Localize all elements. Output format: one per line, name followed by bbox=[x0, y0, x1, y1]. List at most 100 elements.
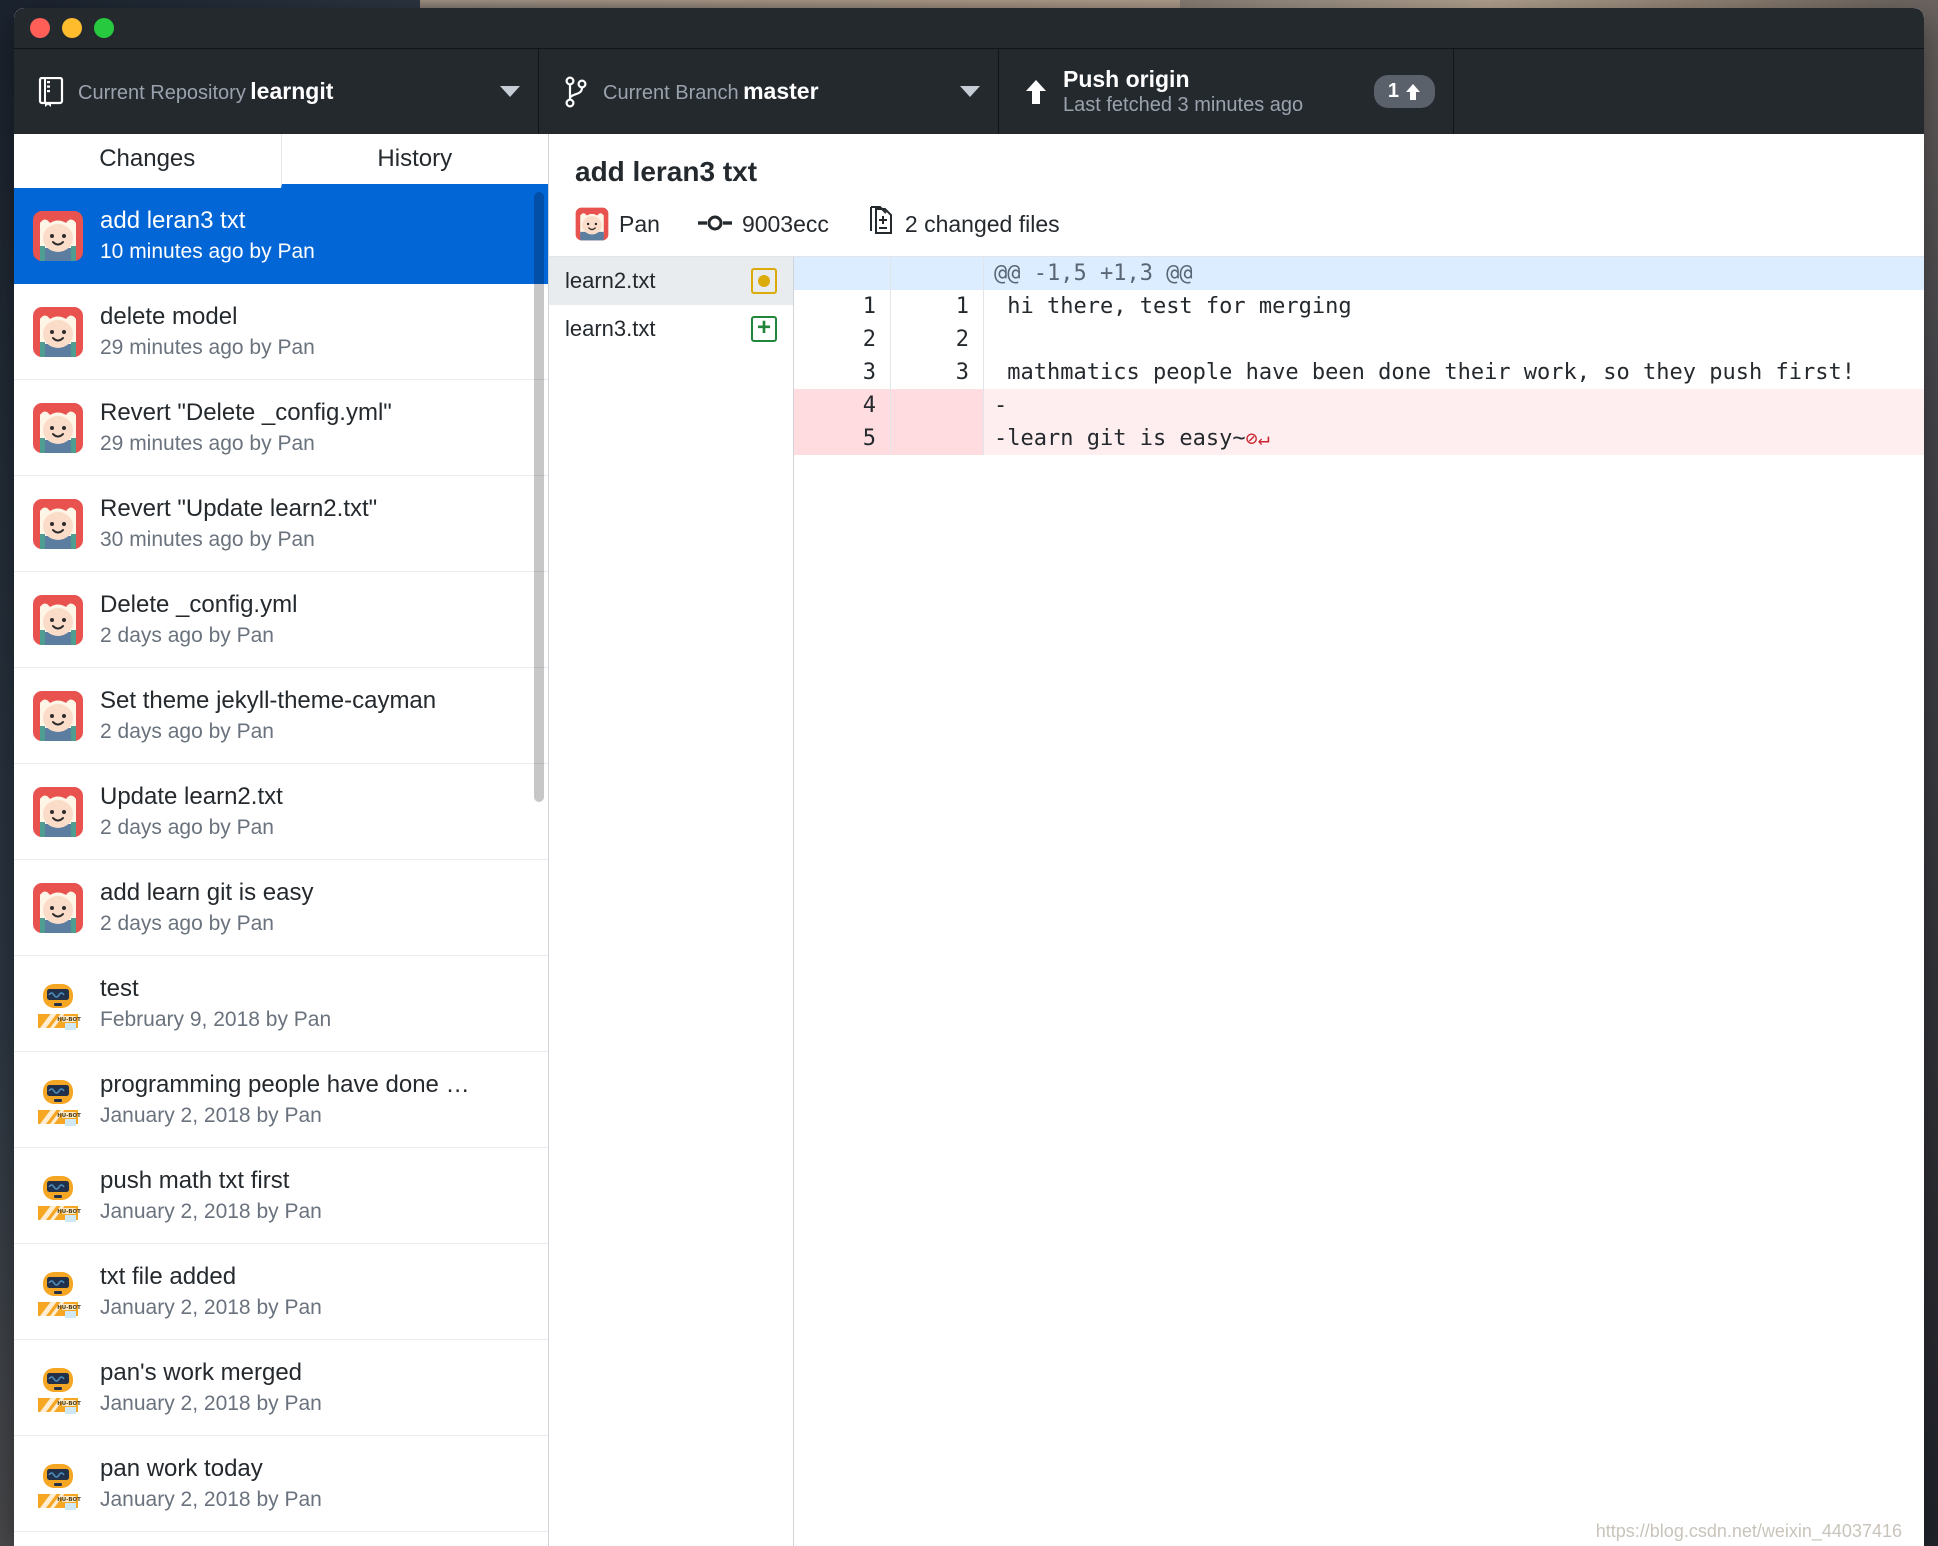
commit-title: Set theme jekyll-theme-cayman bbox=[100, 685, 530, 717]
avatar: HU-BOT bbox=[32, 1074, 84, 1126]
commit-meta: 2 days ago by Pan bbox=[100, 910, 530, 938]
diff-split: learn2.txtlearn3.txt+ @@ -1,5 +1,3 @@11 … bbox=[549, 256, 1924, 1546]
avatar bbox=[32, 786, 84, 838]
commit-title: Revert "Delete _config.yml" bbox=[100, 397, 530, 429]
diff-new-line-number bbox=[891, 422, 984, 455]
repo-icon bbox=[32, 77, 70, 107]
commit-list-item[interactable]: Revert "Update learn2.txt"30 minutes ago… bbox=[14, 476, 548, 572]
commit-sha[interactable]: 9003ecc bbox=[742, 211, 829, 238]
diff-old-line-number: 1 bbox=[794, 290, 891, 323]
commit-list-item[interactable]: add learn git is easy2 days ago by Pan bbox=[14, 860, 548, 956]
commit-meta: January 2, 2018 by Pan bbox=[100, 1198, 530, 1226]
diff-viewer[interactable]: @@ -1,5 +1,3 @@11 hi there, test for mer… bbox=[794, 257, 1924, 1546]
diff-old-line-number bbox=[794, 257, 891, 290]
no-newline-marker: ⊘↵ bbox=[1246, 426, 1270, 450]
diff-line-context: 11 hi there, test for merging bbox=[794, 290, 1924, 323]
avatar bbox=[32, 210, 84, 262]
watermark: https://blog.csdn.net/weixin_44037416 bbox=[1596, 1521, 1902, 1542]
commit-summary: add leran3 txt bbox=[575, 156, 1898, 188]
changed-file-row[interactable]: learn2.txt bbox=[549, 257, 793, 305]
diff-line-context: 33 mathmatics people have been done thei… bbox=[794, 356, 1924, 389]
commit-title: Revert "Update learn2.txt" bbox=[100, 493, 530, 525]
avatar bbox=[32, 306, 84, 358]
title-bar bbox=[14, 8, 1924, 48]
diff-old-line-number: 4 bbox=[794, 389, 891, 422]
commit-list-item[interactable]: Update learn2.txt2 days ago by Pan bbox=[14, 764, 548, 860]
commit-meta: January 2, 2018 by Pan bbox=[100, 1486, 530, 1514]
diff-line-text: hi there, test for merging bbox=[984, 290, 1924, 323]
commit-list-item[interactable]: delete model29 minutes ago by Pan bbox=[14, 284, 548, 380]
zoom-window-button[interactable] bbox=[94, 18, 114, 38]
commit-title: pan's work merged bbox=[100, 1357, 530, 1389]
commit-header: add leran3 txt Pan bbox=[549, 134, 1924, 256]
diff-file-icon bbox=[867, 206, 895, 242]
diff-new-line-number bbox=[891, 257, 984, 290]
close-window-button[interactable] bbox=[30, 18, 50, 38]
commit-list-item[interactable]: HU-BOTpan's work mergedJanuary 2, 2018 b… bbox=[14, 1340, 548, 1436]
svg-text:HU-BOT: HU-BOT bbox=[57, 1305, 81, 1311]
commit-title: Update learn2.txt bbox=[100, 781, 530, 813]
commit-list-item[interactable]: HU-BOT pan work todayJanuary 2, 2018 by P… bbox=[14, 1436, 548, 1532]
avatar: HU-BOT bbox=[32, 1458, 84, 1510]
commit-meta: 29 minutes ago by Pan bbox=[100, 334, 530, 362]
diff-new-line-number bbox=[891, 389, 984, 422]
svg-text:HU-BOT: HU-BOT bbox=[57, 1401, 81, 1407]
avatar: HU-BOT bbox=[32, 1362, 84, 1414]
commit-title: delete model bbox=[100, 301, 530, 333]
badge-arrow-up-icon bbox=[1405, 83, 1421, 101]
chevron-down-icon[interactable] bbox=[960, 86, 980, 97]
avatar bbox=[575, 207, 609, 241]
avatar bbox=[32, 594, 84, 646]
diff-line-del: 4- bbox=[794, 389, 1924, 422]
commit-list-item[interactable]: HU-BOTprogramming people have done …Janu… bbox=[14, 1052, 548, 1148]
changed-file-row[interactable]: learn3.txt+ bbox=[549, 305, 793, 353]
tab-changes[interactable]: Changes bbox=[14, 134, 281, 188]
sidebar-tabs: Changes History bbox=[14, 134, 548, 188]
avatar: HU-BOT bbox=[32, 978, 84, 1030]
diff-old-line-number: 3 bbox=[794, 356, 891, 389]
sidebar-scrollbar-thumb[interactable] bbox=[534, 192, 544, 802]
commit-list-item[interactable]: HU-BOT push math txt firstJanuary 2, 2018… bbox=[14, 1148, 548, 1244]
diff-new-line-number: 2 bbox=[891, 323, 984, 356]
changed-files-count: 2 changed files bbox=[905, 211, 1060, 238]
commit-title: add learn git is easy bbox=[100, 877, 530, 909]
diff-line-text: -learn git is easy~⊘↵ bbox=[984, 422, 1924, 455]
changed-file-list[interactable]: learn2.txtlearn3.txt+ bbox=[549, 257, 794, 1546]
push-origin-button[interactable]: Push origin Last fetched 3 minutes ago 1 bbox=[999, 49, 1454, 134]
commit-meta: 29 minutes ago by Pan bbox=[100, 430, 530, 458]
diff-line-hunk: @@ -1,5 +1,3 @@ bbox=[794, 257, 1924, 290]
commit-list-item[interactable]: HU-BOTtestFebruary 9, 2018 by Pan bbox=[14, 956, 548, 1052]
commit-meta: February 9, 2018 by Pan bbox=[100, 1006, 530, 1034]
commit-metadata-row: Pan 9003ecc bbox=[575, 206, 1898, 242]
current-branch-button[interactable]: Current Branch master bbox=[539, 49, 999, 134]
diff-new-line-number: 3 bbox=[891, 356, 984, 389]
minimize-window-button[interactable] bbox=[62, 18, 82, 38]
avatar: HU-BOT bbox=[32, 1170, 84, 1222]
commit-list-item[interactable]: Revert "Delete _config.yml"29 minutes ag… bbox=[14, 380, 548, 476]
window-controls[interactable] bbox=[30, 18, 114, 38]
sidebar-scrollbar[interactable] bbox=[534, 192, 544, 852]
push-origin-title: Push origin bbox=[1063, 66, 1190, 92]
commit-list-item[interactable]: HU-BOTtxt file addedJanuary 2, 2018 by P… bbox=[14, 1244, 548, 1340]
commit-title: programming people have done … bbox=[100, 1069, 530, 1101]
chevron-down-icon[interactable] bbox=[500, 86, 520, 97]
current-repository-label: Current Repository bbox=[78, 82, 246, 104]
commit-title: pan work today bbox=[100, 1453, 530, 1485]
commit-title: push math txt first bbox=[100, 1165, 530, 1197]
avatar bbox=[32, 882, 84, 934]
commit-list-item[interactable]: Delete _config.yml2 days ago by Pan bbox=[14, 572, 548, 668]
main-toolbar: Current Repository learngit Current Bran… bbox=[14, 48, 1924, 134]
svg-text:HU-BOT: HU-BOT bbox=[57, 1497, 81, 1503]
commit-title: Delete _config.yml bbox=[100, 589, 530, 621]
commit-history-list[interactable]: add leran3 txt10 minutes ago by Pandelet… bbox=[14, 188, 548, 1546]
avatar bbox=[32, 498, 84, 550]
tab-history[interactable]: History bbox=[281, 134, 549, 188]
changed-file-name: learn3.txt bbox=[565, 316, 656, 342]
commit-list-item[interactable]: add leran3 txt10 minutes ago by Pan bbox=[14, 188, 548, 284]
diff-old-line-number: 2 bbox=[794, 323, 891, 356]
current-repository-button[interactable]: Current Repository learngit bbox=[14, 49, 539, 134]
ahead-count-badge: 1 bbox=[1374, 75, 1435, 108]
commit-meta: 2 days ago by Pan bbox=[100, 622, 530, 650]
commit-list-item[interactable]: Set theme jekyll-theme-cayman2 days ago … bbox=[14, 668, 548, 764]
ahead-count-value: 1 bbox=[1388, 80, 1399, 103]
